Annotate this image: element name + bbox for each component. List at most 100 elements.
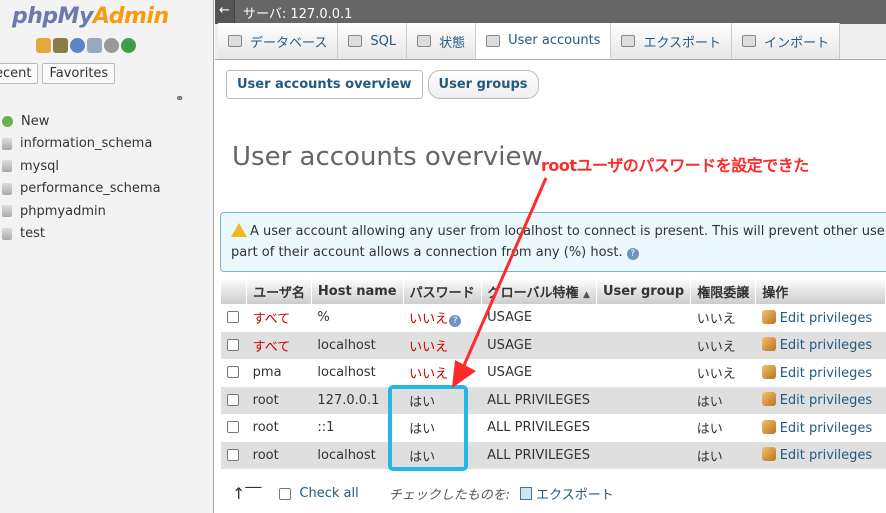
- home-icon[interactable]: [36, 38, 51, 53]
- row-select[interactable]: [221, 386, 247, 414]
- docs-icon[interactable]: [87, 38, 102, 53]
- row-select[interactable]: [221, 414, 247, 442]
- cell-group: [596, 304, 691, 332]
- row-checkbox[interactable]: [227, 421, 239, 434]
- row-select[interactable]: [221, 441, 247, 469]
- tree-item-information-schema[interactable]: information_schema: [0, 133, 161, 156]
- tab-label: インポート: [764, 35, 830, 51]
- edit-privileges-link[interactable]: Edit privileges: [780, 311, 872, 326]
- edit-privileges-link[interactable]: Edit privileges: [780, 393, 872, 408]
- edit-privileges-link[interactable]: Edit privileges: [780, 448, 872, 463]
- tree-item-label: performance_schema: [20, 181, 161, 197]
- export-icon: [520, 487, 533, 500]
- row-checkbox[interactable]: [227, 338, 239, 351]
- logout-icon[interactable]: [53, 38, 68, 53]
- tab-status[interactable]: 状態: [407, 23, 477, 59]
- cell-grant: はい: [690, 441, 756, 469]
- help-icon[interactable]: ?: [626, 248, 639, 260]
- status-icon: [417, 35, 432, 47]
- tree-item-performance-schema[interactable]: performance_schema: [0, 178, 161, 201]
- favorites-tab[interactable]: Favorites: [42, 63, 116, 84]
- cell-host: %: [311, 304, 404, 332]
- export-selected-button[interactable]: エクスポート: [536, 484, 614, 503]
- highlight-box: [388, 385, 468, 471]
- cell-action[interactable]: Edit privileges: [755, 386, 886, 414]
- subtab-user-accounts-overview[interactable]: User accounts overview: [226, 70, 423, 99]
- edit-privileges-icon: [761, 364, 776, 379]
- cell-user: root: [246, 441, 312, 469]
- tree-item-new[interactable]: New: [0, 110, 161, 133]
- edit-privileges-link[interactable]: Edit privileges: [780, 366, 872, 381]
- reload-icon[interactable]: [121, 38, 136, 53]
- tab-user-accounts[interactable]: User accounts: [476, 23, 612, 59]
- cell-privileges: ALL PRIVILEGES: [481, 414, 597, 442]
- server-breadcrumb: ← サーバ: 127.0.0.1: [215, 0, 886, 24]
- tab-import[interactable]: インポート: [732, 23, 841, 59]
- database-icon: [2, 182, 12, 195]
- tree-item-phpmyadmin[interactable]: phpmyadmin: [0, 200, 161, 223]
- database-icon: [2, 137, 12, 150]
- cell-action[interactable]: Edit privileges: [755, 359, 886, 387]
- row-checkbox[interactable]: [227, 311, 239, 324]
- table-row: pma localhost いいえ USAGE いいえ Edit privile…: [221, 359, 886, 387]
- cell-grant: いいえ: [690, 359, 756, 387]
- edit-privileges-link[interactable]: Edit privileges: [780, 338, 872, 353]
- tab-databases[interactable]: データベース: [218, 23, 339, 59]
- cell-action[interactable]: Edit privileges: [755, 331, 886, 359]
- table-row: root ::1 はい ALL PRIVILEGES はい Edit privi…: [221, 414, 886, 442]
- header-username[interactable]: ユーザ名: [246, 278, 312, 304]
- link-panels-icon[interactable]: ⚭: [175, 92, 184, 105]
- row-select[interactable]: [221, 331, 247, 359]
- phpmyadmin-logo[interactable]: phpMyAdmin: [12, 4, 169, 29]
- recent-tab[interactable]: ecent: [0, 63, 39, 84]
- help-icon[interactable]: ?: [449, 315, 462, 328]
- cell-user: すべて: [246, 304, 312, 332]
- sql-icon: [348, 35, 363, 47]
- check-all-label[interactable]: Check all: [299, 486, 358, 501]
- back-button[interactable]: ←: [215, 0, 235, 24]
- row-checkbox[interactable]: [227, 393, 239, 406]
- row-select[interactable]: [221, 359, 247, 387]
- tab-sql[interactable]: SQL: [338, 23, 408, 59]
- help-icon[interactable]: [70, 38, 85, 53]
- quick-icons: [36, 38, 136, 53]
- tree-item-test[interactable]: test: [0, 223, 161, 246]
- gear-icon[interactable]: [104, 38, 119, 53]
- cell-group: [596, 331, 691, 359]
- cell-action[interactable]: Edit privileges: [755, 441, 886, 469]
- table-row: すべて localhost いいえ USAGE いいえ Edit privile…: [221, 331, 886, 359]
- app-window: phpMyAdmin ecent Favorites ⚭ New informa…: [0, 0, 886, 513]
- check-all-checkbox[interactable]: [279, 487, 292, 500]
- header-select: [221, 278, 248, 304]
- cell-action[interactable]: Edit privileges: [755, 304, 886, 332]
- header-password[interactable]: パスワード: [403, 278, 482, 304]
- table-row: すべて % いいえ? USAGE いいえ Edit privileges: [221, 304, 886, 332]
- tab-export[interactable]: エクスポート: [611, 23, 733, 59]
- row-select[interactable]: [221, 304, 247, 332]
- header-host[interactable]: Host name: [311, 278, 404, 304]
- header-user-group[interactable]: User group: [596, 278, 692, 304]
- cell-privileges: USAGE: [481, 304, 597, 332]
- header-grant[interactable]: 権限委譲: [690, 278, 757, 304]
- table-footer: ↑‾‾ Check all チェックしたものを: エクスポート: [232, 484, 614, 503]
- row-checkbox[interactable]: [227, 366, 239, 379]
- edit-privileges-icon: [761, 419, 776, 434]
- edit-privileges-link[interactable]: Edit privileges: [780, 421, 872, 436]
- cell-privileges: USAGE: [481, 359, 597, 387]
- logo-php: php: [12, 4, 58, 29]
- navigation-panel: phpMyAdmin ecent Favorites ⚭ New informa…: [0, 0, 214, 513]
- database-icon: [228, 35, 242, 47]
- row-checkbox[interactable]: [227, 448, 239, 461]
- main-panel: ← サーバ: 127.0.0.1 データベース SQL 状態 User acco…: [215, 0, 886, 513]
- new-db-icon: [2, 115, 13, 127]
- cell-host: localhost: [311, 331, 404, 359]
- cell-password: いいえ?: [403, 304, 482, 332]
- server-link[interactable]: サーバ: 127.0.0.1: [235, 3, 352, 22]
- tree-item-mysql[interactable]: mysql: [0, 155, 161, 178]
- edit-privileges-icon: [761, 337, 776, 352]
- tab-label: エクスポート: [643, 35, 722, 51]
- header-global-privileges[interactable]: グローバル特権 ▲: [481, 278, 597, 304]
- warning-icon: [231, 223, 247, 237]
- subtab-user-groups[interactable]: User groups: [427, 70, 539, 99]
- cell-action[interactable]: Edit privileges: [755, 414, 886, 442]
